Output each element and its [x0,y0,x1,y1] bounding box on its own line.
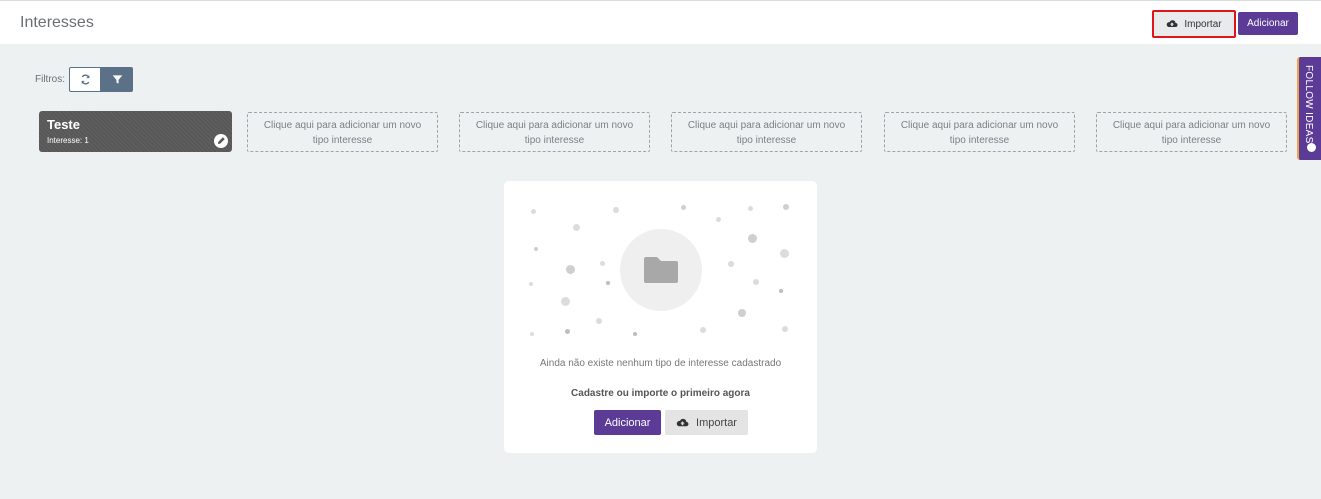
decorative-dot [529,282,533,286]
decorative-dot [700,327,706,333]
interest-card-teste[interactable]: Teste Interesse: 1 [39,111,232,152]
decorative-dot [779,289,783,293]
decorative-dot [780,249,789,258]
folder-icon [644,257,678,283]
filter-button-group [69,67,133,92]
lightbulb-icon [1307,143,1316,152]
empty-state-cta: Cadastre ou importe o primeiro agora [571,388,750,399]
decorative-dot [534,247,538,251]
refresh-button[interactable] [69,67,101,92]
decorative-dot [716,217,721,222]
cloud-upload-icon [676,418,689,426]
import-first-button-label: Importar [696,416,737,429]
add-interest-type-card[interactable]: Clique aqui para adicionar um novo tipo … [459,112,650,152]
add-interest-type-card[interactable]: Clique aqui para adicionar um novo tipo … [671,112,862,152]
empty-state-panel: Ainda não existe nenhum tipo de interess… [504,181,817,453]
decorative-dot [596,318,602,324]
empty-state-message: Ainda não existe nenhum tipo de interess… [539,358,782,369]
decorative-dot [753,279,759,285]
follow-ideas-tab[interactable]: FOLLOW IDEAS [1297,57,1321,160]
top-bar: Interesses Importar Adicionar [0,0,1321,44]
filter-funnel-icon [112,75,122,84]
add-interest-type-card[interactable]: Clique aqui para adicionar um novo tipo … [884,112,1075,152]
import-first-button[interactable]: Importar [665,410,748,435]
decorative-dot [613,207,619,213]
decorative-dot [681,205,686,210]
folder-illustration [620,229,702,311]
refresh-icon [80,74,90,85]
decorative-dot [566,265,575,274]
decorative-dot [531,209,536,214]
edit-card-button[interactable] [214,134,228,148]
page-title: Interesses [20,14,94,31]
import-button[interactable]: Importar [1152,10,1236,38]
add-button[interactable]: Adicionar [1238,12,1298,35]
decorative-dot [633,332,637,336]
decorative-dot [530,332,534,336]
decorative-dot [600,261,605,266]
import-button-label: Importar [1184,18,1222,30]
add-interest-type-card[interactable]: Clique aqui para adicionar um novo tipo … [247,112,438,152]
add-first-button[interactable]: Adicionar [594,410,661,435]
decorative-dot [573,224,580,231]
decorative-dot [738,309,746,317]
decorative-dot [728,261,734,267]
add-interest-type-card[interactable]: Clique aqui para adicionar um novo tipo … [1096,112,1287,152]
pencil-icon [217,137,225,145]
decorative-dot [782,326,788,332]
cloud-upload-icon [1167,20,1178,27]
decorative-dot [748,234,757,243]
decorative-dot [561,297,570,306]
filter-button[interactable] [101,67,133,92]
decorative-dot [606,281,610,285]
interest-card-count: Interesse: 1 [47,136,89,145]
follow-ideas-label: FOLLOW IDEAS [1303,65,1314,144]
decorative-dot [565,329,570,334]
filters-label: Filtros: [35,74,65,85]
decorative-dot [783,204,789,210]
interest-card-title: Teste [47,117,80,132]
decorative-dot [748,206,753,211]
